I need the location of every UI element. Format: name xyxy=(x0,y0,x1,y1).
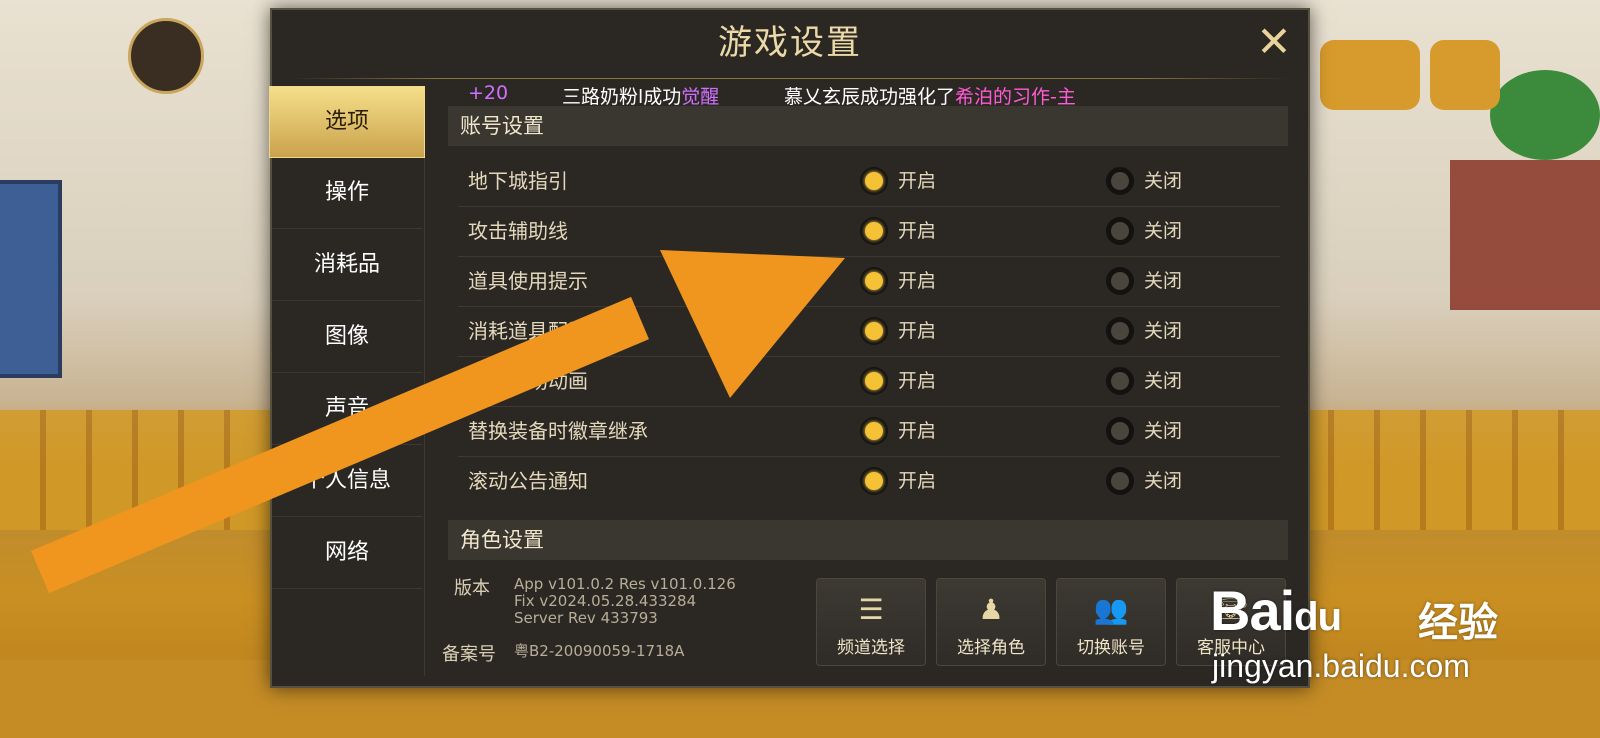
watermark-brand-a: Bai xyxy=(1210,579,1295,642)
radio-off-icon[interactable] xyxy=(1106,167,1134,195)
option-on-label: 开启 xyxy=(898,170,937,192)
radio-off-icon[interactable] xyxy=(1106,417,1134,445)
ticker-msg2: 慕乂玄辰成功强化了希泊的习作-主 xyxy=(784,82,1076,109)
tab-consumables[interactable]: 消耗品 xyxy=(272,230,422,301)
watermark-cn: 经验 xyxy=(1418,600,1498,646)
ticker-plus: +20 xyxy=(468,82,509,104)
tab-options[interactable]: 选项 xyxy=(269,86,425,158)
radio-off-icon[interactable] xyxy=(1106,367,1134,395)
setting-label: 地下城指引 xyxy=(468,169,568,193)
select-character-label: 选择角色 xyxy=(957,638,1025,658)
background-stall xyxy=(1450,160,1600,310)
option-on-label: 开启 xyxy=(898,270,937,292)
option-on-label: 开启 xyxy=(898,220,937,242)
version-line-2: Fix v2024.05.28.433284 xyxy=(514,592,697,610)
character-settings-header: 角色设置 xyxy=(448,520,1288,560)
tab-sound[interactable]: 声音 xyxy=(272,374,422,445)
tab-personal-info[interactable]: 个人信息 xyxy=(272,446,422,517)
ticker-msg2-text: 慕乂玄辰成功强化了 xyxy=(784,86,956,108)
setting-label: 替换装备时徽章继承 xyxy=(468,419,648,443)
channel-select-button[interactable]: ☰ 频道选择 xyxy=(816,578,926,666)
setting-label: 滚动公告通知 xyxy=(468,469,588,493)
tab-graphics[interactable]: 图像 xyxy=(272,302,422,373)
option-off-label: 关闭 xyxy=(1144,470,1183,492)
background-hud-icon xyxy=(1320,40,1420,110)
baidu-watermark: Baidu 经验 jingyan.baidu.com xyxy=(1200,560,1600,700)
announcement-ticker: +20 三路奶粉l成功觉醒 慕乂玄辰成功强化了希泊的习作-主 xyxy=(468,76,1288,110)
option-on-label: 开启 xyxy=(898,470,937,492)
settings-sidebar: 选项 操作 消耗品 图像 声音 个人信息 网络 xyxy=(269,86,425,676)
radio-on-icon[interactable] xyxy=(860,367,888,395)
setting-label: 攻击辅助线 xyxy=(468,219,568,243)
setting-row: 滚动公告通知 开启 关闭 xyxy=(458,456,1280,506)
watermark-brand-b: du xyxy=(1294,595,1342,639)
option-off-label: 关闭 xyxy=(1144,320,1183,342)
group-icon: 👥 xyxy=(1093,593,1129,626)
radio-on-icon[interactable] xyxy=(860,417,888,445)
setting-label: 道具使用提示 xyxy=(468,269,588,293)
option-off-label: 关闭 xyxy=(1144,170,1183,192)
radio-off-icon[interactable] xyxy=(1106,267,1134,295)
record-number: 粤B2-20090059-1718A xyxy=(514,642,685,660)
setting-label: 跳过过场动画 xyxy=(468,369,588,393)
version-line-1: App v101.0.2 Res v101.0.126 xyxy=(514,575,736,593)
tab-network[interactable]: 网络 xyxy=(272,518,422,589)
dialog-title: 游戏设置 xyxy=(718,23,862,63)
record-label: 备案号 xyxy=(442,644,496,665)
watermark-url: jingyan.baidu.com xyxy=(1212,648,1470,684)
setting-label: 消耗道具配置提示 xyxy=(468,319,628,343)
watermark-brand: Baidu xyxy=(1210,578,1342,643)
ticker-msg2-highlight: 希泊的习作-主 xyxy=(955,86,1076,108)
radio-off-icon[interactable] xyxy=(1106,217,1134,245)
ticker-msg1: 三路奶粉l成功觉醒 xyxy=(562,82,719,109)
player-avatar xyxy=(128,18,204,94)
switch-account-label: 切换账号 xyxy=(1077,638,1145,658)
channel-select-label: 频道选择 xyxy=(837,638,905,658)
setting-row: 攻击辅助线 开启 关闭 xyxy=(458,206,1280,257)
radio-on-icon[interactable] xyxy=(860,217,888,245)
option-on-label: 开启 xyxy=(898,420,937,442)
settings-dialog: 游戏设置 ✕ +20 三路奶粉l成功觉醒 慕乂玄辰成功强化了希泊的习作-主 选项… xyxy=(269,8,1310,688)
option-on-label: 开启 xyxy=(898,370,937,392)
setting-row: 消耗道具配置提示 开启 关闭 xyxy=(458,306,1280,357)
option-on-label: 开启 xyxy=(898,320,937,342)
radio-off-icon[interactable] xyxy=(1106,467,1134,495)
switch-account-button[interactable]: 👥 切换账号 xyxy=(1056,578,1166,666)
person-icon: ♟ xyxy=(978,593,1004,626)
list-icon: ☰ xyxy=(858,593,884,626)
setting-row: 跳过过场动画 开启 关闭 xyxy=(458,356,1280,407)
option-off-label: 关闭 xyxy=(1144,420,1183,442)
close-icon[interactable]: ✕ xyxy=(1254,21,1294,63)
background-door xyxy=(0,180,62,378)
radio-on-icon[interactable] xyxy=(860,317,888,345)
radio-on-icon[interactable] xyxy=(860,467,888,495)
tab-controls[interactable]: 操作 xyxy=(272,158,422,229)
background-hud-icon-2 xyxy=(1430,40,1500,110)
background-tree xyxy=(1490,70,1600,160)
option-off-label: 关闭 xyxy=(1144,220,1183,242)
setting-row: 替换装备时徽章继承 开启 关闭 xyxy=(458,406,1280,457)
version-label: 版本 xyxy=(454,578,490,599)
version-line-3: Server Rev 433793 xyxy=(514,609,658,627)
option-off-label: 关闭 xyxy=(1144,370,1183,392)
setting-row: 地下城指引 开启 关闭 xyxy=(458,156,1280,207)
ticker-msg1-highlight: 觉醒 xyxy=(681,86,720,108)
option-off-label: 关闭 xyxy=(1144,270,1183,292)
select-character-button[interactable]: ♟ 选择角色 xyxy=(936,578,1046,666)
radio-on-icon[interactable] xyxy=(860,267,888,295)
radio-on-icon[interactable] xyxy=(860,167,888,195)
account-settings-header: 账号设置 xyxy=(448,106,1288,146)
radio-off-icon[interactable] xyxy=(1106,317,1134,345)
setting-row: 道具使用提示 开启 关闭 xyxy=(458,256,1280,307)
ticker-msg1-text: 三路奶粉l成功 xyxy=(562,86,682,108)
